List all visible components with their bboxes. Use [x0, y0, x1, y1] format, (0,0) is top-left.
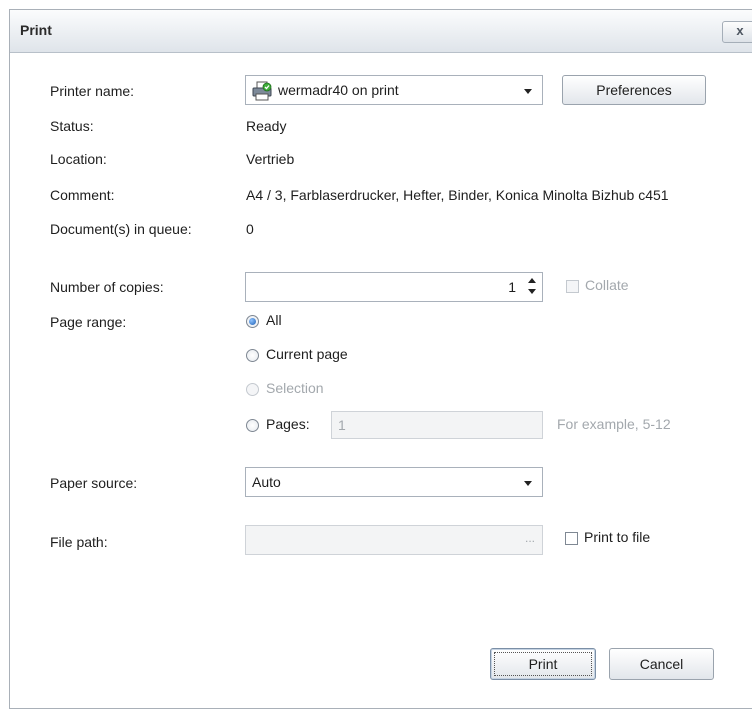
printer-select-value: wermadr40 on print	[278, 82, 399, 98]
copies-spin[interactable]	[526, 276, 538, 298]
printer-icon	[252, 81, 272, 101]
range-selection-label: Selection	[266, 380, 324, 396]
copies-value: 1	[508, 279, 516, 295]
copies-stepper[interactable]: 1	[245, 272, 543, 302]
range-pages-radio[interactable]	[246, 419, 259, 432]
range-current-label[interactable]: Current page	[266, 346, 348, 362]
print-dialog: Print x Printer name: wermadr40 on print…	[9, 9, 752, 709]
paper-source-select[interactable]: Auto	[245, 467, 543, 497]
printer-select[interactable]: wermadr40 on print	[245, 75, 543, 105]
browse-icon[interactable]: ...	[525, 531, 535, 545]
range-current-radio[interactable]	[246, 349, 259, 362]
title-bar: Print x	[10, 10, 752, 53]
range-all-label[interactable]: All	[266, 312, 282, 328]
queue-label: Document(s) in queue:	[50, 221, 192, 237]
range-pages-label[interactable]: Pages:	[266, 416, 310, 432]
printer-name-label: Printer name:	[50, 83, 135, 99]
pages-input-value: 1	[338, 417, 346, 433]
print-to-file-checkbox[interactable]	[565, 532, 578, 545]
preferences-button[interactable]: Preferences	[562, 75, 706, 105]
range-all-radio[interactable]	[246, 315, 259, 328]
paper-source-value: Auto	[252, 474, 281, 490]
decrement-icon[interactable]	[528, 289, 536, 294]
location-value: Vertrieb	[246, 151, 295, 167]
increment-icon[interactable]	[528, 278, 536, 283]
comment-label: Comment:	[50, 187, 115, 203]
pages-input[interactable]: 1	[331, 411, 543, 439]
comment-value: A4 / 3, Farblaserdrucker, Hefter, Binder…	[246, 187, 669, 203]
chevron-down-icon	[524, 89, 532, 94]
print-button[interactable]: Print	[490, 648, 596, 680]
queue-value: 0	[246, 221, 254, 237]
range-selection-radio[interactable]	[246, 383, 259, 396]
copies-label: Number of copies:	[50, 279, 164, 295]
print-to-file-label[interactable]: Print to file	[584, 529, 650, 545]
status-value: Ready	[246, 118, 287, 134]
location-label: Location:	[50, 151, 107, 167]
dialog-title: Print	[20, 22, 52, 38]
collate-checkbox[interactable]	[566, 280, 579, 293]
file-path-input[interactable]: ...	[245, 525, 543, 555]
close-button[interactable]: x	[722, 21, 752, 43]
cancel-button[interactable]: Cancel	[609, 648, 714, 680]
chevron-down-icon	[524, 481, 532, 486]
paper-source-label: Paper source:	[50, 475, 138, 491]
print-button-label: Print	[494, 652, 592, 676]
page-range-label: Page range:	[50, 314, 127, 330]
status-label: Status:	[50, 118, 94, 134]
file-path-label: File path:	[50, 534, 108, 550]
collate-label: Collate	[585, 277, 629, 293]
close-icon: x	[736, 23, 744, 38]
pages-example-text: For example, 5-12	[557, 416, 671, 432]
